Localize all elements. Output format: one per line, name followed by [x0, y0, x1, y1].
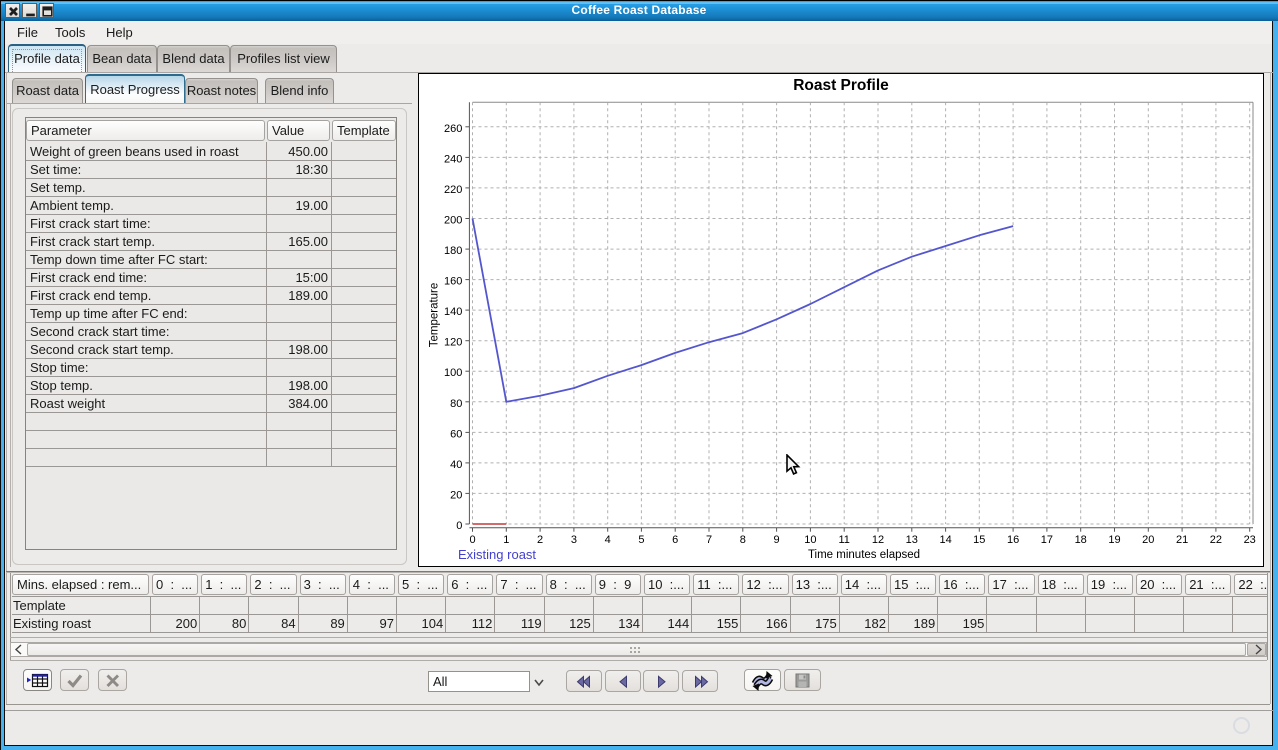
svg-text:13: 13	[906, 534, 918, 546]
svg-text:220: 220	[444, 184, 462, 196]
svg-text:10: 10	[804, 534, 816, 546]
svg-text:14: 14	[939, 534, 951, 546]
svg-text:6: 6	[672, 534, 678, 546]
svg-text:160: 160	[444, 276, 462, 288]
svg-text:Roast Profile: Roast Profile	[793, 77, 889, 94]
svg-text:18: 18	[1075, 534, 1087, 546]
svg-text:40: 40	[450, 459, 462, 471]
svg-text:200: 200	[444, 215, 462, 227]
svg-text:16: 16	[1007, 534, 1019, 546]
svg-text:80: 80	[450, 398, 462, 410]
svg-text:0: 0	[469, 534, 475, 546]
svg-text:12: 12	[872, 534, 884, 546]
svg-text:Time minutes elapsed: Time minutes elapsed	[808, 549, 920, 561]
svg-text:20: 20	[1142, 534, 1154, 546]
svg-text:21: 21	[1176, 534, 1188, 546]
svg-text:260: 260	[444, 123, 462, 135]
svg-text:7: 7	[706, 534, 712, 546]
svg-text:2: 2	[537, 534, 543, 546]
svg-text:8: 8	[740, 534, 746, 546]
svg-text:140: 140	[444, 306, 462, 318]
svg-text:100: 100	[444, 367, 462, 379]
svg-text:240: 240	[444, 153, 462, 165]
svg-text:60: 60	[450, 428, 462, 440]
svg-text:5: 5	[638, 534, 644, 546]
svg-text:Temperature: Temperature	[429, 283, 441, 348]
svg-text:180: 180	[444, 245, 462, 257]
svg-text:19: 19	[1108, 534, 1120, 546]
svg-text:Existing roast: Existing roast	[458, 547, 536, 562]
svg-text:1: 1	[503, 534, 509, 546]
svg-text:0: 0	[456, 520, 462, 532]
svg-text:22: 22	[1210, 534, 1222, 546]
svg-text:11: 11	[838, 534, 849, 546]
svg-text:9: 9	[774, 534, 780, 546]
svg-text:20: 20	[450, 489, 462, 501]
svg-text:15: 15	[973, 534, 985, 546]
svg-text:4: 4	[605, 534, 611, 546]
svg-text:23: 23	[1244, 534, 1256, 546]
svg-text:17: 17	[1041, 534, 1053, 546]
svg-text:3: 3	[571, 534, 577, 546]
svg-text:120: 120	[444, 337, 462, 349]
